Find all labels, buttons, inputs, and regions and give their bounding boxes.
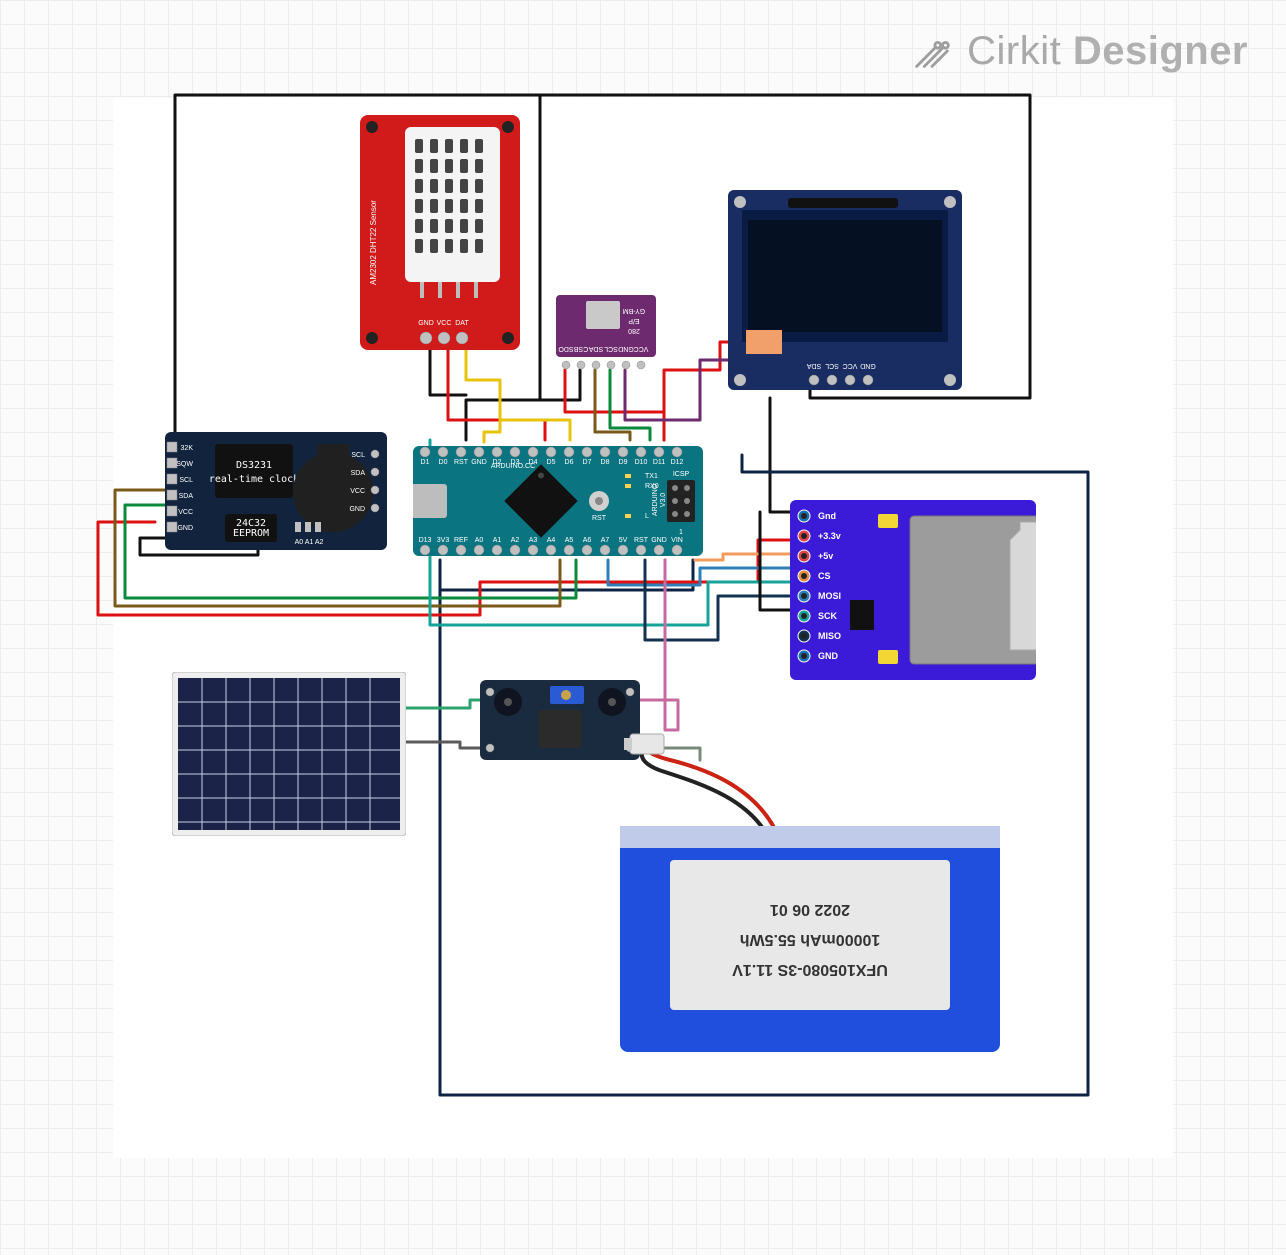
svg-text:A3: A3 (529, 537, 538, 544)
svg-text:D12: D12 (671, 459, 684, 466)
svg-text:D9: D9 (619, 459, 628, 466)
svg-text:32K: 32K (181, 445, 194, 452)
svg-text:3V3: 3V3 (437, 537, 450, 544)
svg-text:D6: D6 (565, 459, 574, 466)
bmp280-module[interactable]: GY-BM E/P 280 SDO CSB SDA SCL GND VCC (556, 295, 656, 375)
svg-text:RST: RST (592, 515, 607, 522)
svg-text:5V: 5V (619, 537, 628, 544)
svg-text:A0 A1 A2: A0 A1 A2 (295, 539, 324, 546)
svg-text:SDA: SDA (588, 345, 603, 352)
svg-text:CS: CS (818, 571, 831, 581)
brand-name-1: Cirkit (967, 29, 1061, 73)
bmp-silk-2: E/P (628, 317, 640, 324)
svg-text:GND: GND (177, 525, 193, 532)
svg-text:VIN: VIN (671, 537, 683, 544)
lipo-battery[interactable]: UFX105080-3S 11.1V 10000mAh 55.5Wh 2022 … (610, 730, 1010, 1060)
lipo-capacity: 10000mAh 55.5Wh (740, 931, 881, 948)
brand-logo: Cirkit Designer (909, 28, 1248, 74)
dht22-pin-dat: DAT (455, 320, 469, 327)
svg-text:SCK: SCK (818, 611, 838, 621)
svg-text:SCL: SCL (351, 452, 365, 459)
svg-text:MISO: MISO (818, 631, 841, 641)
brand-name-2: Designer (1073, 29, 1248, 73)
rtc-chip-name: DS3231 (236, 460, 272, 471)
sd-card-module[interactable]: Gnd +3.3v +5v CS MOSI SCK MISO GND (790, 500, 1036, 680)
bmp-pins (562, 361, 645, 369)
dht22-pin-gnd: GND (418, 320, 434, 327)
svg-text:Gnd: Gnd (818, 511, 836, 521)
nano-bottom-row: D13 3V3 REF A0 A1 A2 A3 A4 A5 A6 A7 5V RSTGND VIN (419, 537, 683, 555)
svg-text:VCC: VCC (634, 345, 649, 352)
dht22-sensor-module[interactable]: AM2302 DHT22 Sensor (360, 115, 520, 350)
svg-text:ARDUINO: ARDUINO (652, 483, 659, 516)
svg-text:GND: GND (471, 459, 487, 466)
svg-text:L: L (645, 513, 649, 520)
svg-text:A4: A4 (547, 537, 556, 544)
svg-text:D0: D0 (439, 459, 448, 466)
svg-text:D4: D4 (529, 459, 538, 466)
lipo-model: UFX105080-3S 11.1V (732, 961, 888, 978)
svg-text:D7: D7 (583, 459, 592, 466)
svg-text:V3.0: V3.0 (660, 493, 667, 508)
svg-text:D11: D11 (653, 459, 665, 466)
lipo-date: 2022 06 01 (770, 901, 850, 918)
svg-text:EEPROM: EEPROM (233, 528, 269, 539)
dht22-title: AM2302 DHT22 Sensor (369, 200, 378, 285)
svg-text:D1: D1 (421, 459, 430, 466)
svg-text:SDA: SDA (351, 470, 366, 477)
logo-icon (909, 28, 955, 74)
svg-text:VCC: VCC (178, 509, 193, 516)
svg-text:RST: RST (454, 459, 469, 466)
svg-text:A5: A5 (565, 537, 574, 544)
oled-display-module[interactable]: SDA SCL VCC GND (728, 190, 962, 395)
svg-text:ICSP: ICSP (673, 471, 690, 478)
svg-text:1: 1 (679, 529, 683, 536)
svg-text:VCC: VCC (843, 362, 858, 369)
svg-text:SDA: SDA (806, 362, 821, 369)
svg-text:A0: A0 (475, 537, 484, 544)
dht22-pin-vcc: VCC (437, 320, 452, 327)
svg-text:D3: D3 (511, 459, 520, 466)
svg-text:+3.3v: +3.3v (818, 531, 841, 541)
nano-icsp (667, 480, 695, 522)
svg-text:SCL: SCL (604, 345, 618, 352)
svg-text:REF: REF (454, 537, 468, 544)
svg-text:GND: GND (349, 506, 365, 513)
svg-text:D10: D10 (635, 459, 648, 466)
svg-text:MOSI: MOSI (818, 591, 841, 601)
svg-text:SDO: SDO (558, 345, 574, 352)
svg-text:GND: GND (818, 651, 839, 661)
svg-text:SCL: SCL (825, 362, 839, 369)
svg-text:VCC: VCC (350, 488, 365, 495)
svg-text:+5v: +5v (818, 551, 833, 561)
svg-text:GND: GND (618, 345, 634, 352)
svg-text:CSB: CSB (573, 345, 588, 352)
svg-text:RST: RST (634, 537, 649, 544)
svg-text:D8: D8 (601, 459, 610, 466)
svg-text:D5: D5 (547, 459, 556, 466)
svg-text:A2: A2 (511, 537, 520, 544)
svg-text:D2: D2 (493, 459, 502, 466)
svg-text:SDA: SDA (179, 493, 194, 500)
svg-text:SQW: SQW (176, 461, 193, 468)
svg-text:A6: A6 (583, 537, 592, 544)
svg-text:D13: D13 (419, 537, 432, 544)
svg-text:real-time clock: real-time clock (209, 474, 299, 485)
solar-panel[interactable] (172, 672, 406, 836)
svg-text:GND: GND (860, 362, 876, 369)
arduino-nano[interactable]: RST TX1 RX0 L ICSP 1 ARDUINO.CC ARDUINO … (413, 440, 703, 562)
svg-text:A7: A7 (601, 537, 610, 544)
ds3231-rtc-module[interactable]: 32K SQW SCL SDA VCC GND DS3231 real-time… (165, 432, 387, 550)
bmp-silk-1: GY-BM (623, 307, 645, 314)
bmp-silk-3: 280 (628, 327, 640, 334)
svg-text:A1: A1 (493, 537, 502, 544)
svg-text:GND: GND (651, 537, 667, 544)
svg-text:SCL: SCL (179, 477, 193, 484)
svg-text:TX1: TX1 (645, 473, 658, 480)
